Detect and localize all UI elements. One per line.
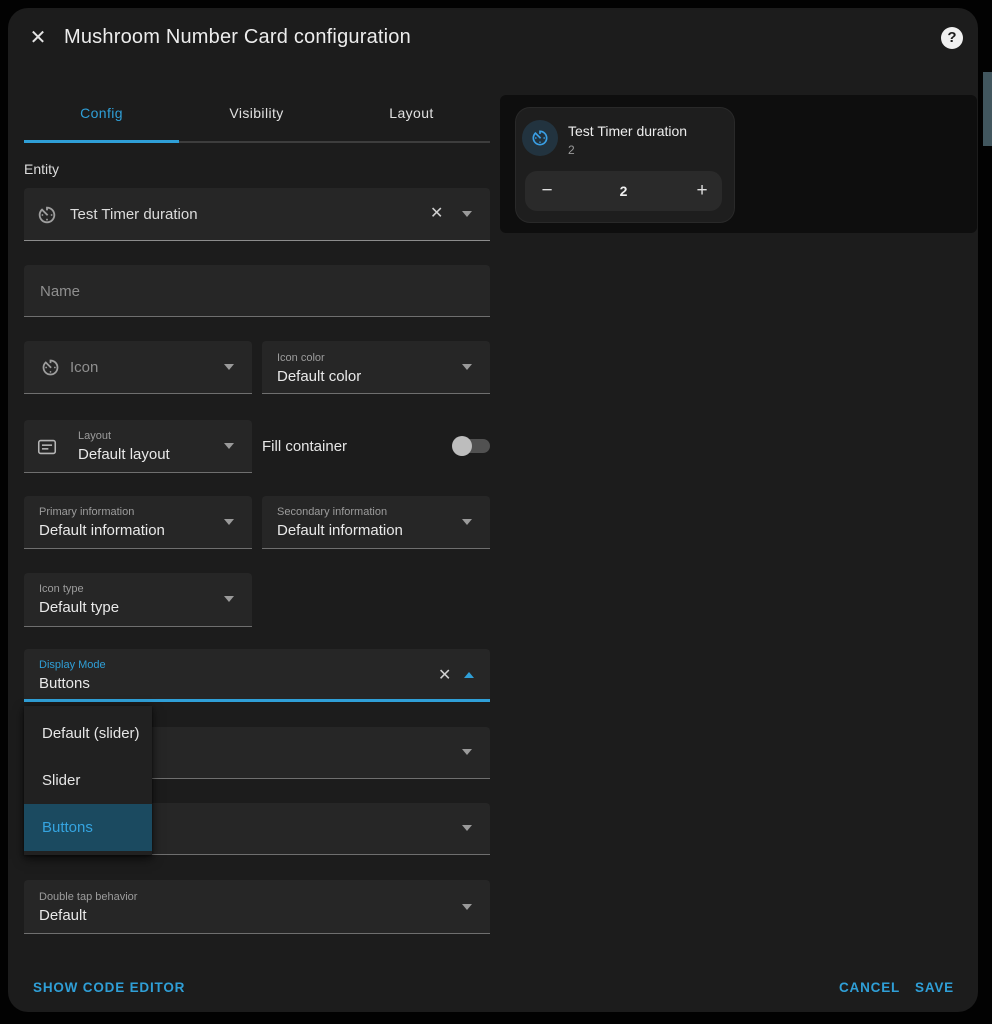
layout-chevron-down-icon[interactable] [224, 443, 234, 449]
plus-button[interactable]: + [682, 180, 722, 202]
double-tap-select[interactable] [24, 880, 490, 934]
save-button[interactable]: SAVE [915, 980, 954, 995]
screen: ✕ Mushroom Number Card configuration ? C… [0, 0, 992, 1024]
double-tap-value: Default [39, 907, 87, 924]
display-mode-value: Buttons [39, 675, 90, 692]
display-mode-chevron-up-icon[interactable] [464, 672, 474, 678]
tab-config[interactable]: Config [24, 105, 179, 121]
icon-placeholder: Icon [70, 359, 98, 376]
icon-color-chevron-down-icon[interactable] [462, 364, 472, 370]
double-tap-chevron-down-icon[interactable] [462, 904, 472, 910]
primary-info-chevron-down-icon[interactable] [224, 519, 234, 525]
icon-type-chevron-down-icon[interactable] [224, 596, 234, 602]
display-mode-label: Display Mode [39, 659, 106, 671]
menu-option-slider[interactable]: Slider [24, 757, 152, 804]
display-mode-focus-underline [24, 699, 490, 702]
primary-info-value: Default information [39, 522, 165, 539]
tab-layout[interactable]: Layout [334, 105, 489, 121]
cancel-button[interactable]: CANCEL [839, 980, 900, 995]
icon-type-label: Icon type [39, 583, 84, 595]
icon-color-value: Default color [277, 368, 361, 385]
menu-option-buttons[interactable]: Buttons [24, 804, 152, 851]
secondary-info-label: Secondary information [277, 506, 387, 518]
timer-icon [40, 357, 61, 378]
fill-container-label: Fill container [262, 438, 347, 455]
display-mode-menu: Default (slider) Slider Buttons [24, 706, 152, 855]
entity-section-label: Entity [24, 161, 59, 177]
entity-value: Test Timer duration [70, 206, 198, 223]
tap-behavior-chevron-down-icon[interactable] [462, 749, 472, 755]
layout-label: Layout [78, 430, 111, 442]
background-artifact [983, 72, 992, 146]
tab-visibility[interactable]: Visibility [179, 105, 334, 121]
hold-behavior-chevron-down-icon[interactable] [462, 825, 472, 831]
entity-clear-icon[interactable]: ✕ [430, 206, 443, 222]
timer-icon [36, 204, 58, 226]
secondary-info-chevron-down-icon[interactable] [462, 519, 472, 525]
icon-chevron-down-icon[interactable] [224, 364, 234, 370]
active-tab-indicator [24, 140, 179, 143]
secondary-info-value: Default information [277, 522, 403, 539]
layout-value: Default layout [78, 446, 170, 463]
display-mode-clear-icon[interactable]: ✕ [438, 668, 451, 684]
name-placeholder: Name [40, 283, 80, 300]
show-code-editor-button[interactable]: SHOW CODE EDITOR [33, 980, 185, 995]
fill-container-toggle-knob[interactable] [452, 436, 472, 456]
close-icon[interactable]: ✕ [26, 26, 50, 50]
double-tap-label: Double tap behavior [39, 891, 137, 903]
display-mode-select[interactable] [24, 649, 490, 702]
entity-chevron-down-icon[interactable] [462, 211, 472, 217]
preview-card-title: Test Timer duration [568, 123, 687, 139]
help-icon[interactable]: ? [941, 27, 963, 49]
primary-info-label: Primary information [39, 506, 134, 518]
dialog-title: Mushroom Number Card configuration [64, 26, 411, 49]
icon-color-label: Icon color [277, 352, 325, 364]
name-input[interactable] [24, 265, 490, 317]
timer-icon [530, 128, 550, 148]
menu-option-default-slider[interactable]: Default (slider) [24, 710, 152, 757]
preview-card-secondary: 2 [568, 143, 575, 157]
icon-type-value: Default type [39, 599, 119, 616]
layout-icon [36, 436, 58, 458]
